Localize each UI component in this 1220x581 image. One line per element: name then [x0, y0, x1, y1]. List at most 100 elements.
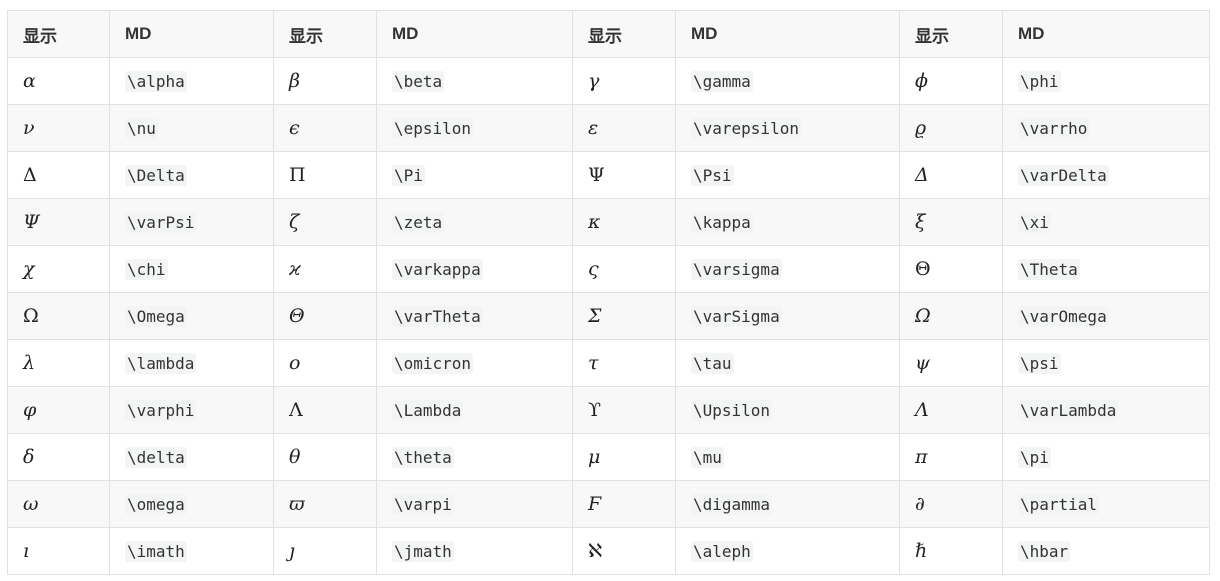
symbol-cell: ω	[7, 480, 110, 528]
md-code: \varLambda	[1018, 399, 1119, 421]
md-code: \lambda	[125, 352, 197, 374]
md-code: \epsilon	[392, 117, 474, 139]
header-display-3: 显示	[572, 10, 676, 58]
md-code: \digamma	[691, 493, 773, 515]
md-code: \mu	[691, 446, 724, 468]
md-code: \Lambda	[392, 399, 464, 421]
md-code: \gamma	[691, 70, 753, 92]
symbol-cell: ζ	[273, 198, 377, 246]
table-row: Δ \Delta Π \Pi Ψ \Psi Δ \varDelta	[7, 151, 1210, 199]
symbol-cell: ȷ	[273, 527, 377, 575]
table-row: λ \lambda ο \omicron τ \tau ψ \psi	[7, 339, 1210, 387]
symbol-cell: ε	[572, 104, 676, 152]
md-code: \omega	[125, 493, 187, 515]
md-code: \varPsi	[125, 211, 197, 233]
symbol-cell: λ	[7, 339, 110, 387]
md-code-cell: \hbar	[1002, 527, 1210, 575]
md-code: \alpha	[125, 70, 187, 92]
greek-symbol-table: 显示 MD 显示 MD 显示 MD 显示 MD α \alpha β \beta γ \g…	[7, 10, 1210, 575]
md-code-cell: \gamma	[675, 57, 900, 105]
md-code: \varDelta	[1018, 164, 1109, 186]
md-code-cell: \beta	[376, 57, 573, 105]
symbol-cell: Ψ	[7, 198, 110, 246]
header-display-1: 显示	[7, 10, 110, 58]
md-code: \varTheta	[392, 305, 483, 327]
table-row: ω \omega ϖ \varpi Ϝ \digamma ∂ \partial	[7, 480, 1210, 528]
md-code: \chi	[125, 258, 168, 280]
symbol-cell: Ψ	[572, 151, 676, 199]
md-code-cell: \varphi	[109, 386, 274, 434]
md-code: \phi	[1018, 70, 1061, 92]
md-code-cell: \omega	[109, 480, 274, 528]
symbol-cell: Λ	[273, 386, 377, 434]
symbol-cell: π	[899, 433, 1003, 481]
symbol-cell: Ω	[899, 292, 1003, 340]
md-code: \varphi	[125, 399, 197, 421]
symbol-cell: ϰ	[273, 245, 377, 293]
table-header-row: 显示 MD 显示 MD 显示 MD 显示 MD	[7, 10, 1210, 58]
symbol-cell: ψ	[899, 339, 1003, 387]
symbol-cell: Π	[273, 151, 377, 199]
md-code-cell: \Omega	[109, 292, 274, 340]
header-md-4: MD	[1002, 10, 1210, 58]
symbol-cell: ϕ	[899, 57, 1003, 105]
symbol-cell: θ	[273, 433, 377, 481]
table-row: φ \varphi Λ \Lambda ϒ \Upsilon Λ \varLambda	[7, 386, 1210, 434]
md-code: \Upsilon	[691, 399, 773, 421]
header-display-2: 显示	[273, 10, 377, 58]
md-code: \tau	[691, 352, 734, 374]
symbol-cell: ϱ	[899, 104, 1003, 152]
table-row: α \alpha β \beta γ \gamma ϕ \phi	[7, 57, 1210, 105]
md-code: \varsigma	[691, 258, 782, 280]
table-row: χ \chi ϰ \varkappa ς \varsigma Θ \Theta	[7, 245, 1210, 293]
md-code-cell: \varrho	[1002, 104, 1210, 152]
md-code: \pi	[1018, 446, 1051, 468]
md-code-cell: \psi	[1002, 339, 1210, 387]
symbol-cell: Ω	[7, 292, 110, 340]
md-code-cell: \Upsilon	[675, 386, 900, 434]
md-code-cell: \xi	[1002, 198, 1210, 246]
symbol-cell: ο	[273, 339, 377, 387]
symbol-cell: Θ	[899, 245, 1003, 293]
md-code: \varkappa	[392, 258, 483, 280]
md-code-cell: \epsilon	[376, 104, 573, 152]
symbol-cell: Θ	[273, 292, 377, 340]
md-code-cell: \varLambda	[1002, 386, 1210, 434]
symbol-cell: Δ	[899, 151, 1003, 199]
symbol-cell: μ	[572, 433, 676, 481]
md-code-cell: \omicron	[376, 339, 573, 387]
symbol-cell: ℏ	[899, 527, 1003, 575]
md-code: \Delta	[125, 164, 187, 186]
md-code-cell: \varDelta	[1002, 151, 1210, 199]
symbol-cell: χ	[7, 245, 110, 293]
md-code-cell: \phi	[1002, 57, 1210, 105]
symbol-cell: Λ	[899, 386, 1003, 434]
md-code: \zeta	[392, 211, 445, 233]
header-display-4: 显示	[899, 10, 1003, 58]
md-code-cell: \imath	[109, 527, 274, 575]
symbol-cell: Ϝ	[572, 480, 676, 528]
md-code: \xi	[1018, 211, 1051, 233]
md-code: \varepsilon	[691, 117, 801, 139]
table-row: ν \nu ϵ \epsilon ε \varepsilon ϱ \varrho	[7, 104, 1210, 152]
md-code: \beta	[392, 70, 445, 92]
symbol-cell: ς	[572, 245, 676, 293]
table-row: δ \delta θ \theta μ \mu π \pi	[7, 433, 1210, 481]
table-row: Ψ \varPsi ζ \zeta κ \kappa ξ \xi	[7, 198, 1210, 246]
md-code-cell: \chi	[109, 245, 274, 293]
md-code: \Pi	[392, 164, 425, 186]
md-code-cell: \varTheta	[376, 292, 573, 340]
md-code: \partial	[1018, 493, 1100, 515]
symbol-cell: ∂	[899, 480, 1003, 528]
header-md-2: MD	[376, 10, 573, 58]
md-code-cell: \aleph	[675, 527, 900, 575]
md-code: \nu	[125, 117, 158, 139]
md-code-cell: \varsigma	[675, 245, 900, 293]
md-code: \kappa	[691, 211, 753, 233]
symbol-cell: ℵ	[572, 527, 676, 575]
md-code-cell: \varOmega	[1002, 292, 1210, 340]
md-code-cell: \mu	[675, 433, 900, 481]
md-code-cell: \Delta	[109, 151, 274, 199]
md-code: \varpi	[392, 493, 454, 515]
symbol-cell: ϒ	[572, 386, 676, 434]
